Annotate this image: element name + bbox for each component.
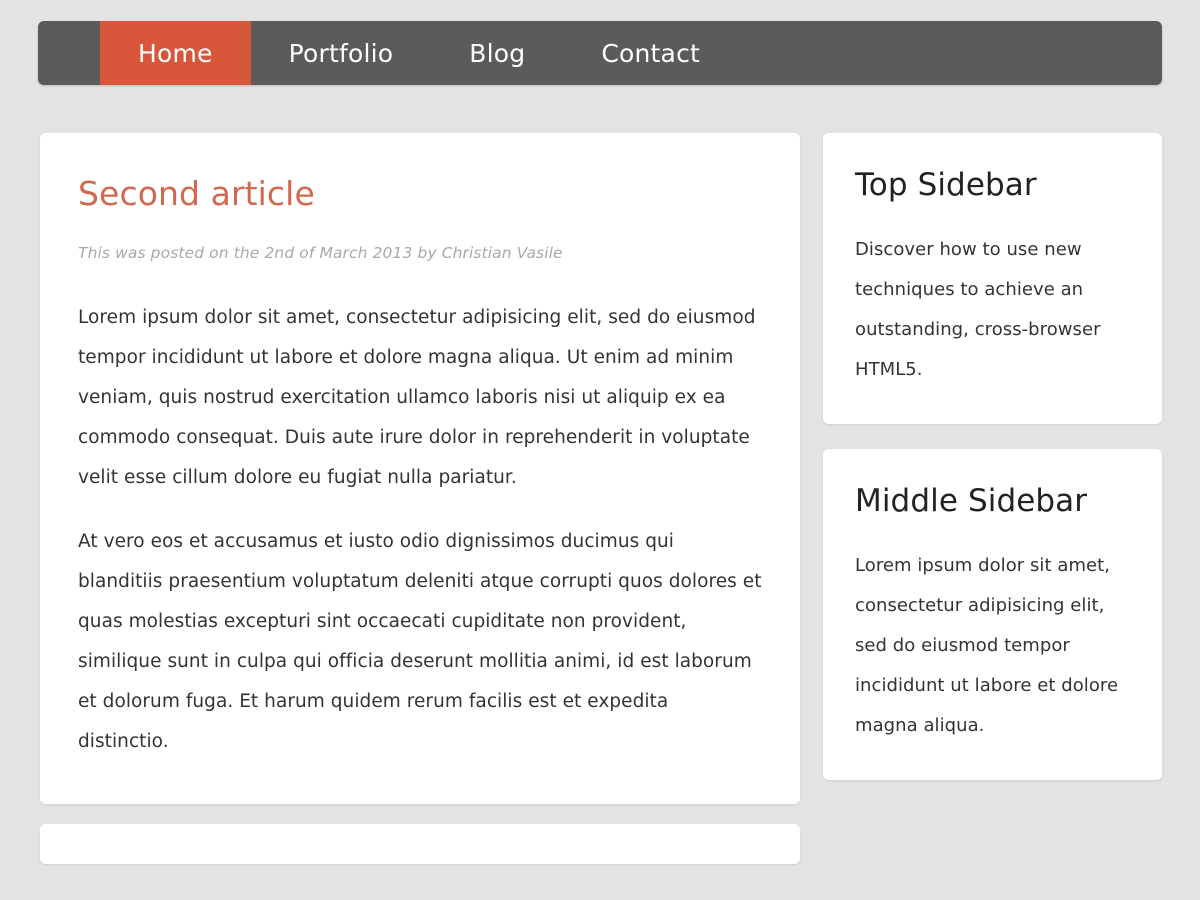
article-card: Second article This was posted on the 2n… bbox=[40, 133, 800, 805]
main-navigation: Home Portfolio Blog Contact bbox=[38, 21, 1162, 85]
sidebar-widget-middle: Middle Sidebar Lorem ipsum dolor sit ame… bbox=[823, 449, 1162, 781]
sidebar-column: Top Sidebar Discover how to use new tech… bbox=[823, 133, 1162, 805]
next-article-card-partial bbox=[40, 824, 800, 865]
article-meta: This was posted on the 2nd of March 2013… bbox=[78, 244, 563, 263]
nav-item-contact[interactable]: Contact bbox=[563, 21, 738, 85]
nav-item-blog[interactable]: Blog bbox=[431, 21, 563, 85]
nav-item-home[interactable]: Home bbox=[100, 21, 251, 85]
sidebar-widget-body: Discover how to use new techniques to ac… bbox=[855, 239, 1101, 381]
nav-left-spacer bbox=[38, 21, 100, 85]
sidebar-widget-body: Lorem ipsum dolor sit amet, consectetur … bbox=[855, 555, 1119, 737]
main-column: Second article This was posted on the 2n… bbox=[40, 133, 800, 865]
article-paragraph: Lorem ipsum dolor sit amet, consectetur … bbox=[78, 307, 756, 489]
article-paragraph: At vero eos et accusamus et iusto odio d… bbox=[78, 531, 762, 753]
article-title: Second article bbox=[78, 174, 315, 213]
sidebar-widget-top: Top Sidebar Discover how to use new tech… bbox=[823, 133, 1162, 425]
page-root: Home Portfolio Blog Contact Second artic… bbox=[0, 0, 1200, 900]
sidebar-widget-title: Middle Sidebar bbox=[855, 483, 1088, 520]
sidebar-widget-title: Top Sidebar bbox=[855, 167, 1037, 203]
nav-item-portfolio[interactable]: Portfolio bbox=[251, 21, 432, 85]
